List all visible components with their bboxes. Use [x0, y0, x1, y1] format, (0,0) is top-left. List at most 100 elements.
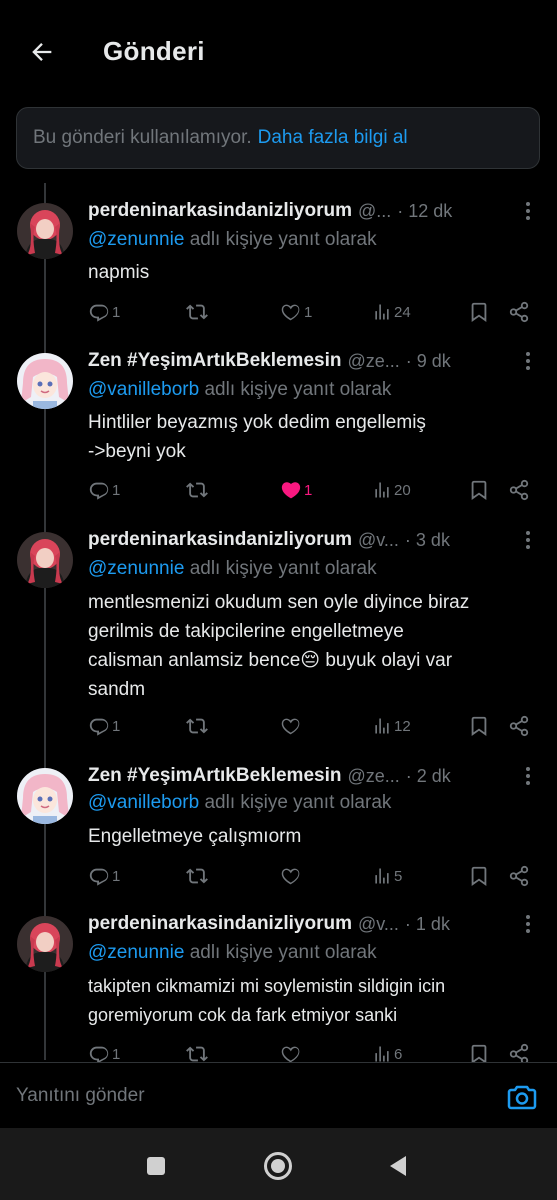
- bookmark-button[interactable]: [468, 1041, 490, 1062]
- like-count: 1: [304, 303, 313, 321]
- tweet[interactable]: Zen #YeşimArtıkBeklemesin @ze... · 2 dk …: [0, 760, 557, 900]
- views-button[interactable]: 24: [372, 299, 411, 325]
- share-icon: [508, 715, 530, 737]
- repost-button[interactable]: [186, 1041, 210, 1062]
- share-button[interactable]: [508, 863, 530, 889]
- reply-button[interactable]: 1: [88, 1041, 120, 1062]
- tweet[interactable]: perdeninarkasindanizliyorum @v... · 3 dk…: [0, 524, 557, 744]
- mention-link[interactable]: @zenunnie: [88, 942, 184, 963]
- share-button[interactable]: [508, 299, 530, 325]
- repost-icon: [186, 715, 208, 737]
- mention-link[interactable]: @zenunnie: [88, 558, 184, 579]
- more-options-icon[interactable]: [519, 528, 537, 552]
- like-button[interactable]: [280, 863, 304, 889]
- author-handle[interactable]: @ze...: [347, 351, 399, 372]
- like-button[interactable]: 1: [280, 477, 312, 503]
- tweet-text: Engelletmeye çalışmıorm: [88, 822, 528, 851]
- tweet-text-line: mentlesmenizi okudum sen oyle diyince bi…: [88, 592, 470, 613]
- views-button[interactable]: 6: [372, 1041, 402, 1062]
- tweet-text: takipten cikmamizi mi soylemistin sildig…: [88, 972, 528, 1030]
- reply-button[interactable]: 1: [88, 299, 120, 325]
- tweet-text: mentlesmenizi okudum sen oyle diyince bi…: [88, 588, 528, 704]
- share-button[interactable]: [508, 713, 530, 739]
- more-options-icon[interactable]: [519, 764, 537, 788]
- mention-link[interactable]: @vanilleborb: [88, 379, 199, 400]
- learn-more-link[interactable]: Daha fazla bilgi al: [258, 127, 408, 149]
- repost-button[interactable]: [186, 299, 210, 325]
- reply-context: @zenunnie adlı kişiye yanıt olarak: [88, 942, 377, 964]
- repost-button[interactable]: [186, 863, 210, 889]
- timestamp[interactable]: · 3 dk: [405, 530, 450, 551]
- reply-count: 1: [112, 717, 121, 735]
- avatar[interactable]: [17, 353, 73, 409]
- reply-context: @vanilleborb adlı kişiye yanıt olarak: [88, 379, 391, 401]
- author-name[interactable]: Zen #YeşimArtıkBeklemesin: [88, 765, 341, 787]
- reply-icon: [88, 301, 110, 323]
- author-handle[interactable]: @...: [358, 201, 391, 222]
- reply-context-text: adlı kişiye yanıt olarak: [199, 379, 392, 400]
- author-handle[interactable]: @ze...: [347, 766, 399, 787]
- author-handle[interactable]: @v...: [358, 530, 399, 551]
- tweet-text-line: gerilmis de takipcilerine engelletmeye: [88, 621, 404, 642]
- recent-apps-icon[interactable]: [138, 1148, 174, 1184]
- tweet-text-line: calisman anlamsiz bence😔 buyuk olayi var: [88, 650, 453, 671]
- tweet[interactable]: perdeninarkasindanizliyorum @... · 12 dk…: [0, 195, 557, 335]
- author-name[interactable]: Zen #YeşimArtıkBeklemesin: [88, 350, 341, 372]
- reply-button[interactable]: 1: [88, 477, 120, 503]
- reply-input[interactable]: [16, 1081, 486, 1111]
- tweet[interactable]: Zen #YeşimArtıkBeklemesin @ze... · 9 dk …: [0, 345, 557, 515]
- reply-button[interactable]: 1: [88, 863, 120, 889]
- home-circle-icon[interactable]: [260, 1148, 296, 1184]
- views-count: 24: [394, 303, 411, 321]
- timestamp[interactable]: · 12 dk: [397, 201, 452, 222]
- views-count: 6: [394, 1045, 403, 1063]
- top-bar: Gönderi: [0, 0, 557, 100]
- like-button[interactable]: [280, 1041, 304, 1062]
- reply-icon: [88, 715, 110, 737]
- timestamp[interactable]: · 9 dk: [406, 351, 451, 372]
- tweet[interactable]: perdeninarkasindanizliyorum @v... · 1 dk…: [0, 910, 557, 1062]
- views-button[interactable]: 20: [372, 477, 411, 503]
- camera-icon[interactable]: [506, 1081, 538, 1113]
- avatar[interactable]: [17, 203, 73, 259]
- bookmark-button[interactable]: [468, 477, 490, 503]
- back-triangle-icon[interactable]: [380, 1148, 416, 1184]
- timestamp[interactable]: · 1 dk: [405, 914, 450, 935]
- repost-button[interactable]: [186, 477, 210, 503]
- share-button[interactable]: [508, 1041, 530, 1062]
- heart-icon: [280, 715, 302, 737]
- more-options-icon[interactable]: [519, 199, 537, 223]
- timestamp[interactable]: · 2 dk: [406, 766, 451, 787]
- mention-link[interactable]: @vanilleborb: [88, 792, 199, 813]
- like-button[interactable]: [280, 713, 304, 739]
- reply-context-text: adlı kişiye yanıt olarak: [184, 229, 377, 250]
- tweet-text-line: napmis: [88, 262, 150, 283]
- mention-link[interactable]: @zenunnie: [88, 229, 184, 250]
- avatar[interactable]: [17, 916, 73, 972]
- share-button[interactable]: [508, 477, 530, 503]
- more-options-icon[interactable]: [519, 349, 537, 373]
- more-options-icon[interactable]: [519, 912, 537, 936]
- action-bar: 1 12: [88, 713, 538, 739]
- repost-icon: [186, 301, 208, 323]
- avatar[interactable]: [17, 532, 73, 588]
- author-name[interactable]: perdeninarkasindanizliyorum: [88, 200, 352, 222]
- heart-filled-icon: [280, 479, 302, 501]
- bookmark-button[interactable]: [468, 863, 490, 889]
- bookmark-button[interactable]: [468, 299, 490, 325]
- action-bar: 1 5: [88, 863, 538, 889]
- author-name[interactable]: perdeninarkasindanizliyorum: [88, 913, 352, 935]
- repost-button[interactable]: [186, 713, 210, 739]
- author-handle[interactable]: @v...: [358, 914, 399, 935]
- reply-count: 1: [112, 867, 121, 885]
- like-button[interactable]: 1: [280, 299, 312, 325]
- reply-count: 1: [112, 303, 121, 321]
- views-button[interactable]: 12: [372, 713, 411, 739]
- reply-count: 1: [112, 481, 121, 499]
- back-arrow-icon[interactable]: [22, 32, 62, 72]
- bookmark-button[interactable]: [468, 713, 490, 739]
- reply-button[interactable]: 1: [88, 713, 120, 739]
- views-button[interactable]: 5: [372, 863, 402, 889]
- avatar[interactable]: [17, 768, 73, 824]
- author-name[interactable]: perdeninarkasindanizliyorum: [88, 529, 352, 551]
